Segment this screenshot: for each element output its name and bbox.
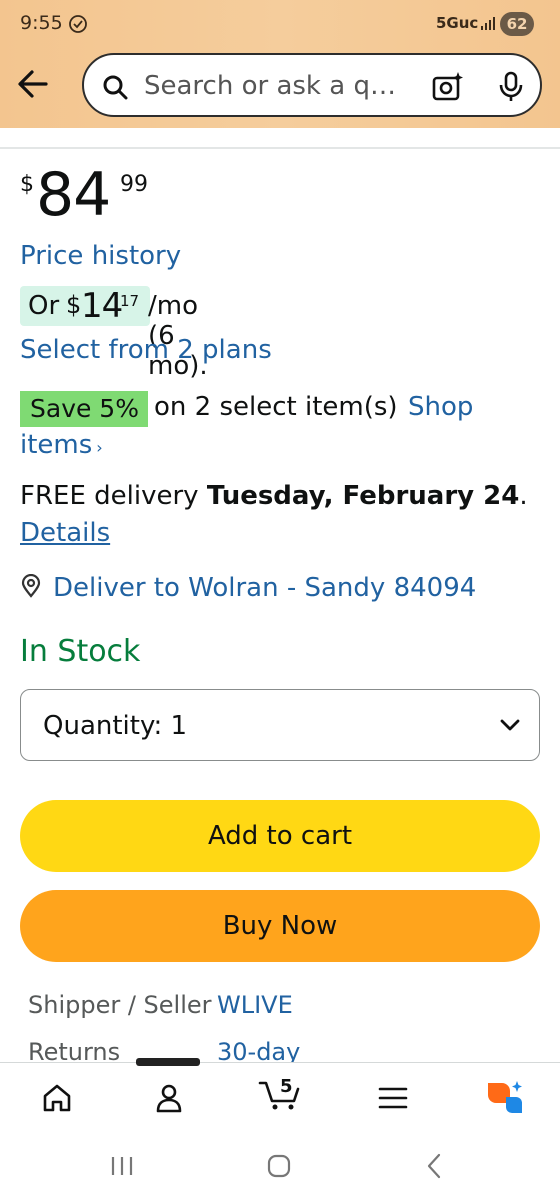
battery-indicator: 62 bbox=[500, 12, 534, 36]
account-icon[interactable] bbox=[152, 1081, 186, 1115]
shop-items-link[interactable]: Shop bbox=[408, 392, 473, 422]
info-label-shipper: Shipper / Seller bbox=[28, 991, 212, 1019]
microphone-icon[interactable] bbox=[498, 71, 524, 103]
shop-items-link-continued[interactable]: items › bbox=[20, 430, 103, 460]
add-to-cart-button[interactable]: Add to cart bbox=[20, 800, 540, 872]
seller-link[interactable]: WLIVE bbox=[217, 991, 293, 1019]
installment-symbol: $ bbox=[66, 291, 82, 319]
delivery-details-link[interactable]: Details bbox=[20, 518, 110, 548]
promo-text: on 2 select item(s) bbox=[154, 392, 398, 422]
buy-now-button[interactable]: Buy Now bbox=[20, 890, 540, 962]
signal-icon bbox=[481, 17, 495, 30]
stock-status: In Stock bbox=[20, 634, 141, 669]
location-pin-icon bbox=[21, 574, 41, 598]
quantity-dropdown[interactable]: Quantity: 1 bbox=[20, 689, 540, 761]
chevron-down-icon bbox=[500, 719, 520, 731]
select-plans-link[interactable]: Select from 2 plans bbox=[20, 335, 272, 365]
price-history-link[interactable]: Price history bbox=[20, 241, 181, 271]
menu-icon[interactable] bbox=[376, 1081, 410, 1115]
save-badge: Save 5% bbox=[20, 391, 148, 427]
status-time: 9:55 bbox=[20, 12, 63, 34]
system-nav-bar bbox=[0, 1134, 560, 1200]
delivery-info: FREE delivery Tuesday, February 24. bbox=[20, 481, 528, 511]
search-input[interactable] bbox=[144, 69, 402, 103]
check-circle-icon bbox=[69, 15, 87, 33]
shop-items-label: items bbox=[20, 430, 93, 460]
search-bar[interactable] bbox=[82, 53, 542, 117]
delivery-date: Tuesday, February 24 bbox=[206, 481, 520, 511]
system-home-icon[interactable] bbox=[266, 1153, 292, 1179]
header: 9:55 5Guc 62 bbox=[0, 0, 560, 128]
price-symbol: $ bbox=[20, 172, 34, 197]
installment-prefix: Or bbox=[28, 291, 60, 321]
home-icon[interactable] bbox=[40, 1081, 74, 1115]
price-fraction: 99 bbox=[120, 172, 148, 197]
bottom-nav bbox=[0, 1062, 560, 1134]
rufus-assistant-icon[interactable] bbox=[484, 1079, 524, 1113]
recent-apps-icon[interactable] bbox=[108, 1154, 136, 1178]
cart-count-badge: 5 bbox=[280, 1076, 293, 1097]
price-whole: 84 bbox=[36, 160, 111, 230]
deliver-to-link[interactable]: Deliver to Wolran - Sandy 84094 bbox=[53, 573, 476, 603]
system-back-icon[interactable] bbox=[424, 1152, 444, 1180]
search-icon bbox=[103, 75, 128, 100]
delivery-prefix: FREE delivery bbox=[20, 481, 199, 511]
status-bar: 9:55 5Guc 62 bbox=[0, 0, 560, 48]
delivery-suffix: . bbox=[519, 481, 528, 511]
camera-search-icon[interactable] bbox=[432, 71, 464, 101]
chevron-right-icon: › bbox=[96, 438, 103, 457]
network-type: 5Guc bbox=[436, 14, 479, 32]
header-divider bbox=[0, 147, 560, 149]
installment-fraction: 17 bbox=[120, 292, 140, 310]
quantity-label: Quantity: 1 bbox=[43, 711, 188, 741]
scroll-indicator bbox=[136, 1058, 200, 1066]
back-arrow-icon[interactable] bbox=[16, 64, 50, 104]
installment-whole: 14 bbox=[81, 286, 123, 326]
